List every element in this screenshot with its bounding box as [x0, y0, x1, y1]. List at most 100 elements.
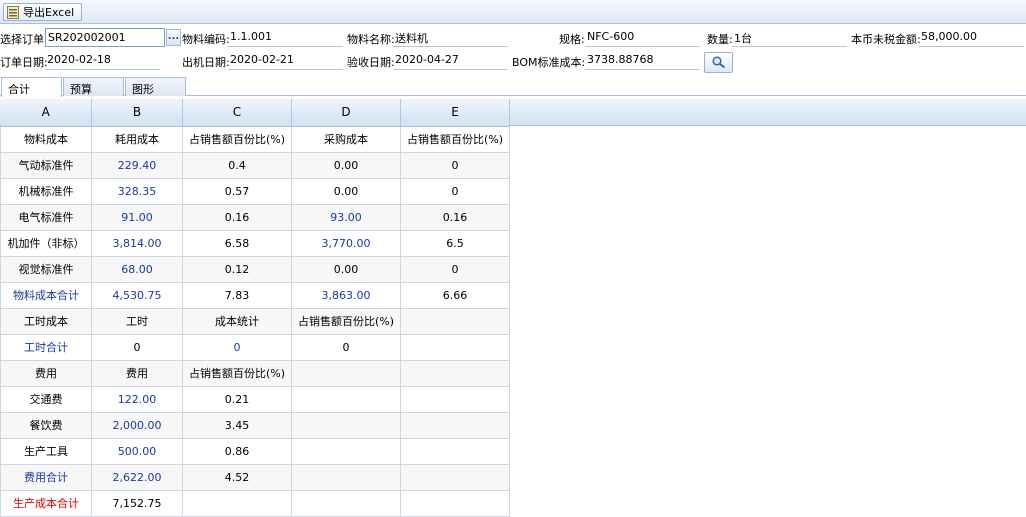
grid-cell[interactable]: 500.00: [91, 438, 183, 465]
qty-field[interactable]: 1台: [732, 28, 847, 47]
column-header-c[interactable]: C: [182, 99, 292, 127]
grid-cell[interactable]: 3,814.00: [91, 230, 183, 257]
grid-cell[interactable]: 0.00: [291, 256, 401, 283]
grid-cell[interactable]: 费用合计: [0, 464, 92, 491]
grid-cell[interactable]: 0.57: [182, 178, 292, 205]
acceptdate-field[interactable]: 2020-04-27: [393, 51, 508, 70]
grid-cell[interactable]: 3,863.00: [291, 282, 401, 309]
grid-cell[interactable]: [400, 334, 510, 361]
grid-cell[interactable]: 0.16: [400, 204, 510, 231]
grid-cell[interactable]: [400, 490, 510, 517]
bom-field[interactable]: 3738.88768: [585, 51, 700, 70]
grid-cell[interactable]: 68.00: [91, 256, 183, 283]
grid-cell[interactable]: [400, 438, 510, 465]
grid-cell[interactable]: 占销售额百份比(%): [291, 308, 401, 335]
form-row-1: 选择订单 SR202002001 ... 物料编码: 1.1.001 物料名称:…: [0, 27, 1026, 49]
spec-field[interactable]: NFC-600: [585, 28, 700, 47]
grid-cell[interactable]: [400, 386, 510, 413]
grid-cell[interactable]: 费用: [0, 360, 92, 387]
grid-cell[interactable]: 6.5: [400, 230, 510, 257]
grid-cell[interactable]: 0: [400, 152, 510, 179]
grid-cell[interactable]: [182, 490, 292, 517]
grid-cell[interactable]: 工时合计: [0, 334, 92, 361]
shipdate-field[interactable]: 2020-02-21: [228, 51, 343, 70]
grid-cell[interactable]: 6.66: [400, 282, 510, 309]
search-button[interactable]: [704, 52, 733, 73]
export-excel-button[interactable]: 导出Excel: [3, 3, 82, 21]
grid-cell[interactable]: 成本统计: [182, 308, 292, 335]
grid-cell[interactable]: 0: [291, 334, 401, 361]
tab-bar: 合计 预算 图形: [0, 76, 1026, 97]
grid-cell[interactable]: 采购成本: [291, 126, 401, 153]
column-header-e[interactable]: E: [400, 99, 510, 127]
grid-cell[interactable]: [400, 464, 510, 491]
grid-cell[interactable]: 328.35: [91, 178, 183, 205]
grid-cell[interactable]: 7,152.75: [91, 490, 183, 517]
column-header-d[interactable]: D: [291, 99, 401, 127]
grid-cell[interactable]: [400, 308, 510, 335]
grid-cell[interactable]: 物料成本: [0, 126, 92, 153]
order-input[interactable]: SR202002001: [45, 28, 165, 47]
grid-cell[interactable]: [291, 490, 401, 517]
grid-cell[interactable]: 0.86: [182, 438, 292, 465]
grid-cell[interactable]: [291, 438, 401, 465]
grid-cell[interactable]: 费用: [91, 360, 183, 387]
grid-cell[interactable]: 0: [400, 256, 510, 283]
grid-cell[interactable]: [400, 360, 510, 387]
grid-cell[interactable]: 2,622.00: [91, 464, 183, 491]
grid-cell[interactable]: 3.45: [182, 412, 292, 439]
code-field[interactable]: 1.1.001: [228, 28, 343, 47]
column-header-b[interactable]: B: [91, 99, 183, 127]
grid-cell[interactable]: 占销售额百份比(%): [182, 360, 292, 387]
table-row: 生产成本合计 7,152.75: [0, 490, 510, 517]
order-browse-button[interactable]: ...: [166, 29, 181, 46]
name-field[interactable]: 送料机: [393, 28, 508, 47]
grid-cell[interactable]: 耗用成本: [91, 126, 183, 153]
grid-cell[interactable]: 0.16: [182, 204, 292, 231]
grid-cell[interactable]: 0.00: [291, 178, 401, 205]
grid-cell[interactable]: 生产成本合计: [0, 490, 92, 517]
grid-cell[interactable]: 2,000.00: [91, 412, 183, 439]
grid-cell[interactable]: [291, 386, 401, 413]
grid-cell[interactable]: 122.00: [91, 386, 183, 413]
grid-cell[interactable]: 机加件（非标）: [0, 230, 92, 257]
grid-cell[interactable]: 电气标准件: [0, 204, 92, 231]
grid-cell[interactable]: 占销售额百份比(%): [182, 126, 292, 153]
grid-cell[interactable]: [291, 412, 401, 439]
grid-cell[interactable]: 0: [400, 178, 510, 205]
grid-cell[interactable]: 物料成本合计: [0, 282, 92, 309]
grid-cell[interactable]: 生产工具: [0, 438, 92, 465]
column-header-a[interactable]: A: [0, 99, 92, 127]
grid-cell[interactable]: 占销售额百份比(%): [400, 126, 510, 153]
grid-cell[interactable]: 交通费: [0, 386, 92, 413]
grid-cell[interactable]: 4.52: [182, 464, 292, 491]
grid-cell[interactable]: 4,530.75: [91, 282, 183, 309]
tab-summary[interactable]: 合计: [1, 77, 62, 97]
grid-cell[interactable]: 6.58: [182, 230, 292, 257]
grid-cell[interactable]: [400, 412, 510, 439]
grid-cell[interactable]: 工时: [91, 308, 183, 335]
grid-cell[interactable]: 0.4: [182, 152, 292, 179]
orderdate-field[interactable]: 2020-02-18: [45, 51, 160, 70]
tab-budget[interactable]: 预算: [63, 77, 124, 96]
table-row: 工时成本 工时 成本统计 占销售额百份比(%): [0, 308, 510, 335]
grid-cell[interactable]: 93.00: [291, 204, 401, 231]
grid-cell[interactable]: 0: [182, 334, 292, 361]
grid-cell[interactable]: [291, 464, 401, 491]
grid-cell[interactable]: [291, 360, 401, 387]
grid-cell[interactable]: 视觉标准件: [0, 256, 92, 283]
tab-chart[interactable]: 图形: [125, 77, 186, 96]
grid-cell[interactable]: 91.00: [91, 204, 183, 231]
grid-cell[interactable]: 0.00: [291, 152, 401, 179]
amount-field[interactable]: 58,000.00: [919, 28, 1024, 47]
grid-cell[interactable]: 餐饮费: [0, 412, 92, 439]
grid-cell[interactable]: 229.40: [91, 152, 183, 179]
grid-cell[interactable]: 0: [91, 334, 183, 361]
grid-cell[interactable]: 气动标准件: [0, 152, 92, 179]
grid-cell[interactable]: 0.21: [182, 386, 292, 413]
grid-cell[interactable]: 7.83: [182, 282, 292, 309]
grid-cell[interactable]: 工时成本: [0, 308, 92, 335]
grid-cell[interactable]: 3,770.00: [291, 230, 401, 257]
grid-cell[interactable]: 0.12: [182, 256, 292, 283]
grid-cell[interactable]: 机械标准件: [0, 178, 92, 205]
